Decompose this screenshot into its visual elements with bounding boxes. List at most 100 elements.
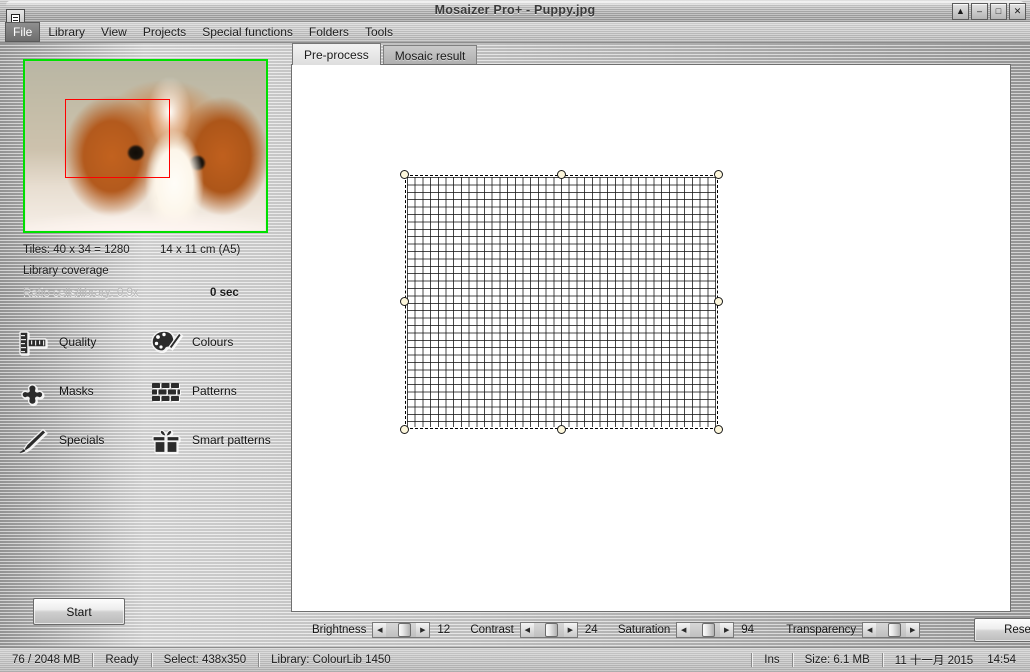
selection-handle-se[interactable] (714, 425, 723, 434)
contrast-increase-arrow[interactable]: ▶ (563, 623, 577, 637)
adjustment-toolbar: Brightness ◀ ▶ 12 Contrast ◀ ▶ 24 Satura… (291, 614, 1030, 646)
selection-handle-e[interactable] (714, 297, 723, 306)
contrast-label: Contrast (470, 624, 514, 636)
contrast-decrease-arrow[interactable]: ◀ (520, 623, 534, 637)
brightness-track[interactable] (386, 623, 417, 637)
tab-pre-process[interactable]: Pre-process (292, 43, 381, 65)
tool-specials[interactable]: Specials (16, 416, 149, 465)
saturation-group: Saturation ◀ ▶ 94 (618, 622, 758, 638)
status-file-size: Size: 6.1 MB (804, 654, 870, 666)
brightness-group: Brightness ◀ ▶ 12 (312, 622, 454, 638)
saturation-label: Saturation (617, 624, 671, 636)
tool-specials-label: Specials (59, 433, 105, 447)
status-date: 11 十一月 2015 (894, 655, 974, 667)
contrast-group: Contrast ◀ ▶ 24 (470, 622, 601, 638)
tab-bar: Pre-process Mosaic result (292, 43, 479, 65)
menu-items: File Library View Projects Special funct… (5, 22, 401, 42)
transparency-increase-arrow[interactable]: ▶ (906, 623, 920, 637)
print-size-info: 14 x 11 cm (A5) (160, 244, 241, 256)
menu-item-special-functions[interactable]: Special functions (194, 22, 301, 42)
tiles-info: Tiles: 40 x 34 = 1280 (23, 244, 130, 256)
brightness-thumb[interactable] (397, 623, 411, 637)
brightness-value: 12 (437, 624, 451, 636)
start-button[interactable]: Start (33, 598, 125, 625)
status-time: 14:54 (987, 654, 1016, 666)
brightness-label: Brightness (312, 624, 367, 636)
tool-masks[interactable]: Masks (16, 367, 149, 416)
transparency-decrease-arrow[interactable]: ◀ (863, 623, 877, 637)
transparency-track[interactable] (876, 623, 907, 637)
paintbrush-icon (16, 424, 50, 458)
status-memory: 76 / 2048 MB (12, 654, 81, 666)
window-title: Mosaizer Pro+ - Puppy.jpg (434, 3, 596, 17)
menu-item-projects[interactable]: Projects (135, 22, 194, 42)
status-library: Library: ColourLib 1450 (271, 654, 391, 666)
palette-icon (149, 326, 183, 360)
selection-handle-nw[interactable] (400, 170, 409, 179)
tool-patterns[interactable]: Patterns (149, 367, 276, 416)
status-insert-mode: Ins (764, 654, 780, 666)
tool-quality-label: Quality (59, 335, 97, 349)
rollup-button[interactable]: ▲ (952, 3, 969, 20)
status-selection-size: Select: 438x350 (163, 654, 247, 666)
brightness-slider[interactable]: ◀ ▶ (372, 622, 431, 638)
ruler-icon (16, 326, 50, 360)
menu-item-file[interactable]: File (5, 22, 41, 42)
reset-button[interactable]: Reset (974, 618, 1030, 642)
contrast-slider[interactable]: ◀ ▶ (519, 622, 578, 638)
transparency-group: Transparency ◀ ▶ (786, 622, 944, 638)
saturation-increase-arrow[interactable]: ▶ (720, 623, 734, 637)
tool-smart-patterns[interactable]: Smart patterns (149, 416, 276, 465)
menu-bar: File Library View Projects Special funct… (0, 9, 1030, 43)
brightness-increase-arrow[interactable]: ▶ (416, 623, 430, 637)
transparency-thumb[interactable] (887, 623, 901, 637)
status-state: Ready (105, 654, 139, 666)
contrast-value: 24 (584, 624, 598, 636)
transparency-label: Transparency (786, 624, 857, 636)
ratio-cells-library: Ratio cells/library: 0.9x (23, 287, 139, 299)
saturation-track[interactable] (690, 623, 721, 637)
selection-handle-ne[interactable] (714, 170, 723, 179)
tool-patterns-label: Patterns (192, 384, 237, 398)
menu-item-library[interactable]: Library (40, 22, 93, 42)
selection-marquee[interactable] (400, 170, 723, 434)
elapsed-seconds: 0 sec (210, 287, 239, 299)
saturation-thumb[interactable] (701, 623, 715, 637)
selection-handle-sw[interactable] (400, 425, 409, 434)
gift-box-icon (149, 424, 183, 458)
saturation-slider[interactable]: ◀ ▶ (676, 622, 735, 638)
tool-colours[interactable]: Colours (149, 318, 276, 367)
tool-masks-label: Masks (59, 384, 94, 398)
library-coverage-label: Library coverage (23, 265, 109, 277)
selection-handle-w[interactable] (400, 297, 409, 306)
menu-item-view[interactable]: View (93, 22, 135, 42)
menu-item-tools[interactable]: Tools (357, 22, 401, 42)
image-canvas[interactable] (291, 64, 1011, 612)
menu-item-folders[interactable]: Folders (301, 22, 357, 42)
transparency-slider[interactable]: ◀ ▶ (862, 622, 921, 638)
window-controls: ▲ – □ ✕ (952, 3, 1026, 20)
selection-handle-n[interactable] (556, 170, 566, 179)
contrast-track[interactable] (533, 623, 564, 637)
close-button[interactable]: ✕ (1009, 3, 1026, 20)
selection-handle-s[interactable] (556, 425, 566, 434)
contrast-thumb[interactable] (545, 623, 559, 637)
status-bar: 76 / 2048 MB Ready Select: 438x350 Libra… (0, 647, 1030, 672)
title-bar: Mosaizer Pro+ - Puppy.jpg ▲ – □ ✕ (0, 0, 1030, 23)
tool-colours-label: Colours (192, 335, 234, 349)
source-image-thumbnail[interactable] (23, 59, 268, 233)
tool-quality[interactable]: Quality (16, 318, 149, 367)
brightness-decrease-arrow[interactable]: ◀ (373, 623, 387, 637)
tab-mosaic-result[interactable]: Mosaic result (382, 45, 478, 65)
saturation-decrease-arrow[interactable]: ◀ (677, 623, 691, 637)
saturation-value: 94 (741, 624, 755, 636)
reset-button-wrapper: Reset (974, 618, 1030, 642)
tool-grid: Quality Colours Masks Patterns Specials … (16, 318, 276, 465)
tool-smart-patterns-label: Smart patterns (192, 433, 271, 447)
brick-wall-icon (149, 375, 183, 409)
maximize-button[interactable]: □ (990, 3, 1007, 20)
minimize-button[interactable]: – (971, 3, 988, 20)
selection-dashed-border (405, 175, 718, 429)
thumbnail-selection-rect[interactable] (65, 99, 170, 178)
application-window: Mosaizer Pro+ - Puppy.jpg ▲ – □ ✕ File L… (0, 0, 1030, 672)
